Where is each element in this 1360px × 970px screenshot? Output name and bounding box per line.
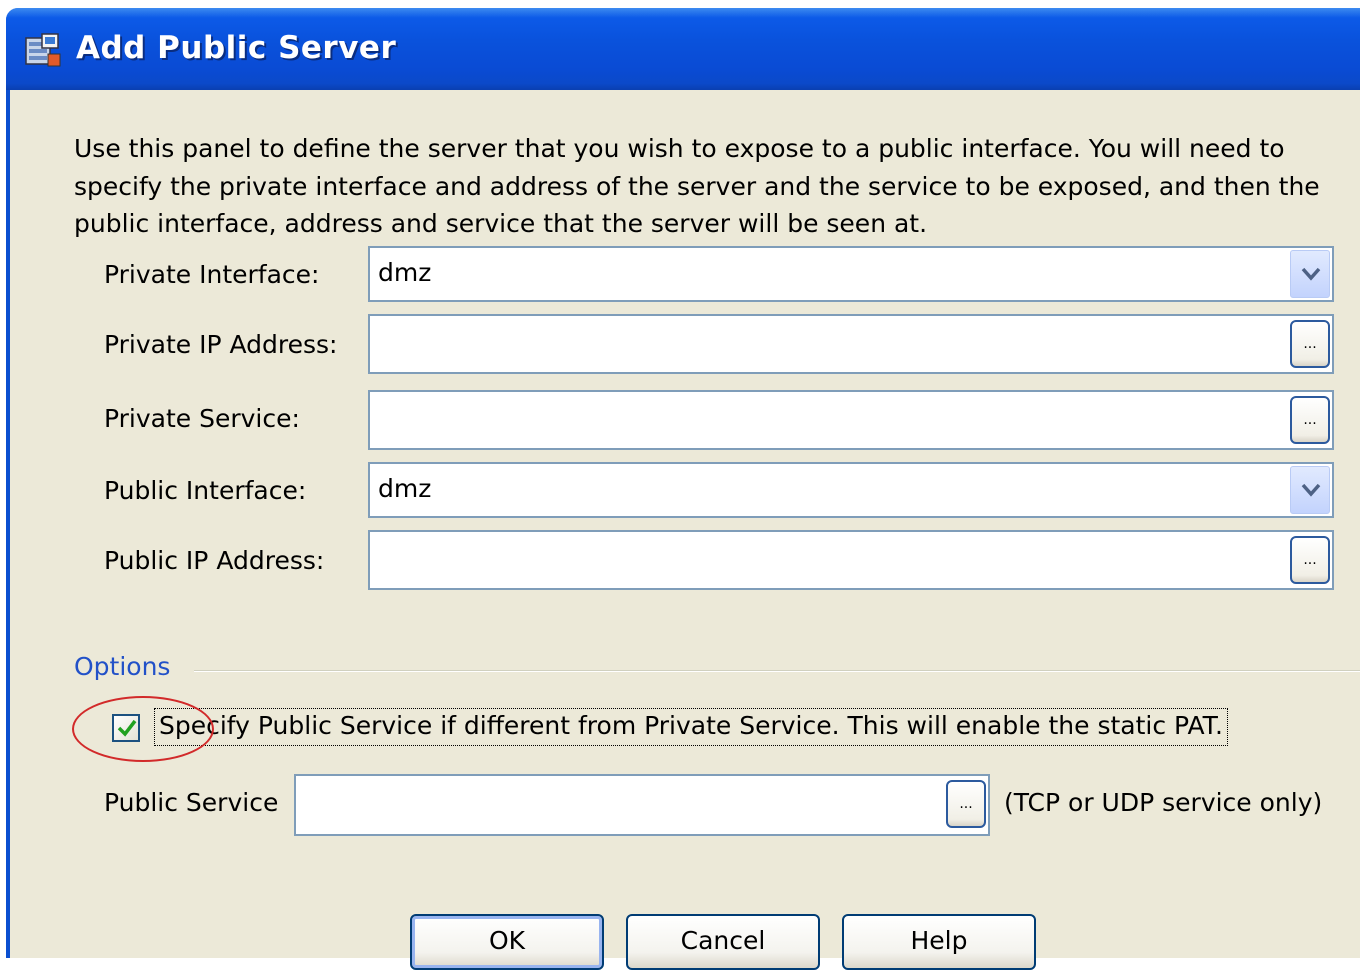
private-ip-input[interactable]: ... bbox=[368, 314, 1334, 374]
private-interface-select[interactable]: dmz bbox=[368, 246, 1334, 302]
public-service-label: Public Service bbox=[104, 788, 279, 817]
public-service-input[interactable]: ... bbox=[294, 774, 990, 836]
public-interface-label: Public Interface: bbox=[104, 476, 307, 505]
cancel-button[interactable]: Cancel bbox=[626, 914, 820, 970]
description-text: Use this panel to define the server that… bbox=[74, 134, 1320, 238]
public-service-hint: (TCP or UDP service only) bbox=[1004, 788, 1323, 817]
private-ip-label: Private IP Address: bbox=[104, 330, 338, 359]
title-bar[interactable]: Add Public Server bbox=[6, 8, 1360, 90]
add-public-server-dialog: Add Public Server Use this panel to defi… bbox=[6, 8, 1360, 970]
help-button[interactable]: Help bbox=[842, 914, 1036, 970]
public-interface-dropdown-button[interactable] bbox=[1290, 466, 1330, 514]
window-title: Add Public Server bbox=[76, 30, 397, 66]
private-service-input[interactable]: ... bbox=[368, 390, 1334, 450]
public-ip-input[interactable]: ... bbox=[368, 530, 1334, 590]
public-service-browse-button[interactable]: ... bbox=[946, 780, 986, 828]
public-interface-select[interactable]: dmz bbox=[368, 462, 1334, 518]
private-interface-dropdown-button[interactable] bbox=[1290, 250, 1330, 298]
private-service-label: Private Service: bbox=[104, 404, 300, 433]
ok-button[interactable]: OK bbox=[410, 914, 604, 970]
private-interface-value: dmz bbox=[378, 258, 432, 287]
dialog-body: Use this panel to define the server that… bbox=[10, 90, 1360, 970]
options-divider bbox=[194, 670, 1360, 672]
server-app-icon bbox=[24, 32, 62, 68]
public-ip-label: Public IP Address: bbox=[104, 546, 325, 575]
public-interface-value: dmz bbox=[378, 474, 432, 503]
public-ip-browse-button[interactable]: ... bbox=[1290, 536, 1330, 584]
private-service-browse-button[interactable]: ... bbox=[1290, 396, 1330, 444]
options-group-label: Options bbox=[74, 652, 171, 681]
private-ip-browse-button[interactable]: ... bbox=[1290, 320, 1330, 368]
specify-public-service-label[interactable]: Specify Public Service if different from… bbox=[154, 708, 1228, 746]
highlight-annotation bbox=[72, 696, 214, 762]
private-interface-label: Private Interface: bbox=[104, 260, 320, 289]
